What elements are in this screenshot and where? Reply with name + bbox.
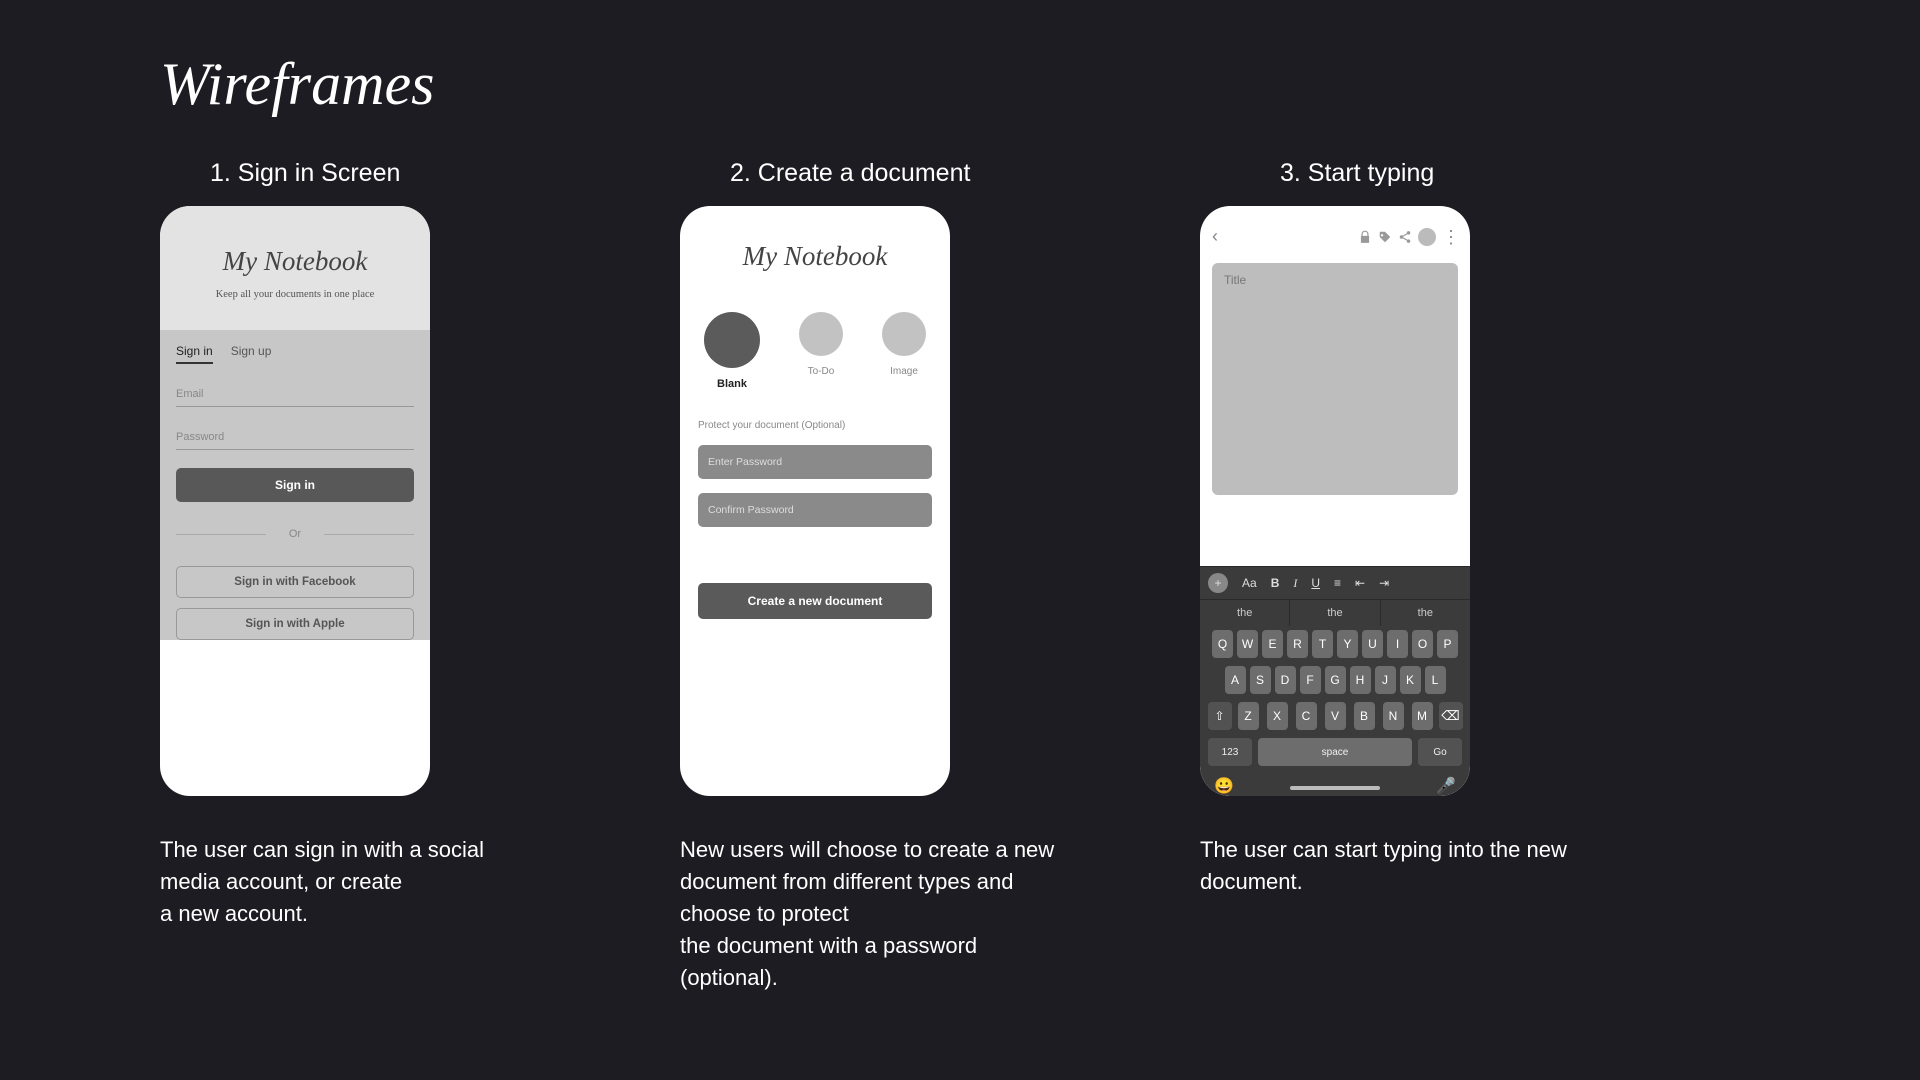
step2-desc: New users will choose to create a new do…	[680, 834, 1060, 993]
step3-title: 3. Start typing	[1280, 159, 1434, 188]
key-m[interactable]: M	[1412, 702, 1433, 730]
step1-title: 1. Sign in Screen	[210, 159, 400, 188]
create-document-button[interactable]: Create a new document	[698, 583, 932, 619]
home-indicator	[250, 784, 340, 788]
indent-icon[interactable]: ⇥	[1379, 576, 1389, 590]
space-key[interactable]: space	[1258, 738, 1412, 766]
phone-signin: My Notebook Keep all your documents in o…	[160, 206, 430, 796]
signin-button[interactable]: Sign in	[176, 468, 414, 502]
phone-create: My Notebook Blank To-Do Image P	[680, 206, 950, 796]
key-row-3: ⇧ ZXCVBNM ⌫	[1200, 698, 1470, 734]
key-z[interactable]: Z	[1238, 702, 1259, 730]
doctype-label: Image	[890, 366, 918, 377]
key-a[interactable]: A	[1225, 666, 1246, 694]
circle-icon	[799, 312, 843, 356]
email-field[interactable]: Email	[176, 382, 414, 407]
doctype-todo[interactable]: To-Do	[799, 312, 843, 390]
key-t[interactable]: T	[1312, 630, 1333, 658]
key-v[interactable]: V	[1325, 702, 1346, 730]
italic-button[interactable]: I	[1293, 576, 1297, 591]
key-s[interactable]: S	[1250, 666, 1271, 694]
editor-area[interactable]: Title	[1212, 263, 1458, 495]
protect-label: Protect your document (Optional)	[698, 420, 932, 431]
list-icon[interactable]: ≡	[1334, 576, 1341, 590]
key-row-2: ASDFGHJKL	[1200, 662, 1470, 698]
suggestion[interactable]: the	[1200, 600, 1290, 626]
suggestion[interactable]: the	[1290, 600, 1380, 626]
key-n[interactable]: N	[1383, 702, 1404, 730]
app-name: My Notebook	[176, 246, 414, 277]
home-indicator	[1290, 786, 1380, 790]
add-icon[interactable]: +	[1208, 573, 1228, 593]
key-u[interactable]: U	[1362, 630, 1383, 658]
tab-signin[interactable]: Sign in	[176, 344, 213, 364]
tag-icon[interactable]	[1378, 230, 1392, 244]
underline-button[interactable]: U	[1311, 576, 1320, 590]
key-row-1: QWERTYUIOP	[1200, 626, 1470, 662]
or-divider: Or	[176, 528, 414, 540]
textstyle-button[interactable]: Aa	[1242, 576, 1257, 590]
key-e[interactable]: E	[1262, 630, 1283, 658]
password-field[interactable]: Password	[176, 425, 414, 450]
doctype-image[interactable]: Image	[882, 312, 926, 390]
tagline: Keep all your documents in one place	[176, 289, 414, 300]
avatar-icon[interactable]	[1418, 228, 1436, 246]
key-i[interactable]: I	[1387, 630, 1408, 658]
more-icon[interactable]: ⋮	[1442, 228, 1458, 246]
key-r[interactable]: R	[1287, 630, 1308, 658]
doctype-label: Blank	[717, 378, 747, 390]
go-key[interactable]: Go	[1418, 738, 1462, 766]
shift-key[interactable]: ⇧	[1208, 702, 1232, 730]
key-x[interactable]: X	[1267, 702, 1288, 730]
keyboard: + Aa B I U ≡ ⇤ ⇥ the the the QWERTYUIOP …	[1200, 566, 1470, 796]
key-b[interactable]: B	[1354, 702, 1375, 730]
phone-editor: ‹ ⋮ Title + Aa B I U ≡ ⇤ ⇥	[1200, 206, 1470, 796]
doctype-label: To-Do	[808, 366, 835, 377]
key-p[interactable]: P	[1437, 630, 1458, 658]
apple-button[interactable]: Sign in with Apple	[176, 608, 414, 640]
enter-password-field[interactable]: Enter Password	[698, 445, 932, 479]
key-w[interactable]: W	[1237, 630, 1258, 658]
key-d[interactable]: D	[1275, 666, 1296, 694]
suggestion[interactable]: the	[1381, 600, 1470, 626]
key-o[interactable]: O	[1412, 630, 1433, 658]
circle-icon	[882, 312, 926, 356]
key-l[interactable]: L	[1425, 666, 1446, 694]
step3-desc: The user can start typing into the new d…	[1200, 834, 1580, 898]
step1-desc: The user can sign in with a social media…	[160, 834, 540, 930]
title-placeholder: Title	[1224, 273, 1246, 287]
key-q[interactable]: Q	[1212, 630, 1233, 658]
delete-key[interactable]: ⌫	[1439, 702, 1463, 730]
key-k[interactable]: K	[1400, 666, 1421, 694]
key-g[interactable]: G	[1325, 666, 1346, 694]
outdent-icon[interactable]: ⇤	[1355, 576, 1365, 590]
key-f[interactable]: F	[1300, 666, 1321, 694]
app-name: My Notebook	[698, 241, 932, 272]
key-j[interactable]: J	[1375, 666, 1396, 694]
facebook-button[interactable]: Sign in with Facebook	[176, 566, 414, 598]
emoji-icon[interactable]: 😀	[1214, 776, 1234, 796]
back-icon[interactable]: ‹	[1212, 226, 1218, 247]
doctype-blank[interactable]: Blank	[704, 312, 760, 390]
lock-icon[interactable]	[1358, 230, 1372, 244]
step2-title: 2. Create a document	[730, 159, 970, 188]
key-c[interactable]: C	[1296, 702, 1317, 730]
mic-icon[interactable]: 🎤	[1436, 776, 1456, 796]
tab-signup[interactable]: Sign up	[231, 344, 272, 364]
page-title: Wireframes	[160, 50, 1760, 119]
bold-button[interactable]: B	[1271, 576, 1280, 590]
key-h[interactable]: H	[1350, 666, 1371, 694]
key-y[interactable]: Y	[1337, 630, 1358, 658]
confirm-password-field[interactable]: Confirm Password	[698, 493, 932, 527]
numbers-key[interactable]: 123	[1208, 738, 1252, 766]
share-icon[interactable]	[1398, 230, 1412, 244]
circle-icon	[704, 312, 760, 368]
